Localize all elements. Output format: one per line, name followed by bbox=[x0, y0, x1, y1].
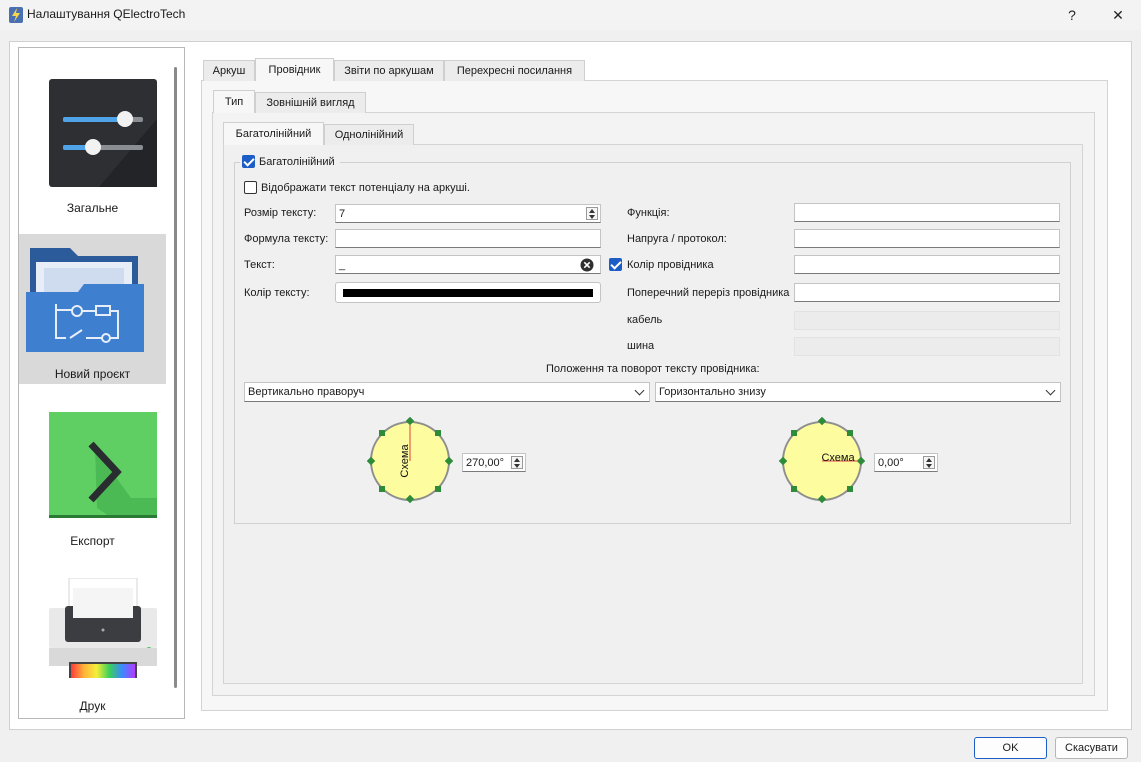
cable-label: кабель bbox=[627, 314, 663, 326]
horizontal-angle-spinbox[interactable]: 0,00° bbox=[874, 453, 938, 472]
text-color-button[interactable] bbox=[335, 282, 601, 303]
cross-section-input[interactable] bbox=[794, 283, 1060, 302]
cancel-button[interactable]: Скасувати bbox=[1055, 737, 1128, 759]
folder-schematic-icon bbox=[26, 248, 144, 352]
bus-input bbox=[794, 337, 1060, 356]
function-input[interactable] bbox=[794, 203, 1060, 222]
horizontal-position-select[interactable]: Горизонтально знизу bbox=[655, 382, 1061, 402]
formula-label: Формула тексту: bbox=[244, 233, 329, 245]
sidebar-item-label: Експорт bbox=[70, 534, 115, 548]
sidebar-item-label: Новий проєкт bbox=[54, 367, 131, 381]
vertical-angle-value: 270,00° bbox=[466, 457, 505, 469]
bus-label: шина bbox=[627, 340, 655, 352]
conductor-color-checkbox[interactable] bbox=[609, 258, 622, 271]
conductor-color-label: Колір провідника bbox=[627, 259, 714, 271]
horizontal-rotation-dial[interactable]: Схема bbox=[777, 417, 867, 507]
formula-input[interactable] bbox=[335, 229, 601, 248]
horizontal-angle-value: 0,00° bbox=[878, 457, 904, 469]
text-size-value: 7 bbox=[339, 208, 346, 220]
show-potential-checkbox[interactable] bbox=[244, 181, 257, 194]
text-size-spinbox[interactable]: 7 bbox=[335, 204, 601, 223]
sliders-icon bbox=[49, 79, 157, 187]
printer-icon bbox=[49, 578, 157, 678]
help-button[interactable]: ? bbox=[1049, 0, 1095, 30]
voltage-label: Напруга / протокол: bbox=[627, 233, 727, 245]
tab-multiline[interactable]: Багатолінійний bbox=[223, 122, 324, 145]
position-title: Положення та поворот тексту провідника: bbox=[546, 363, 760, 375]
sidebar-item-general[interactable]: Загальне bbox=[19, 69, 166, 224]
text-label: Текст: bbox=[244, 259, 275, 271]
vertical-angle-spinbox[interactable]: 270,00° bbox=[462, 453, 526, 472]
vertical-position-value: Вертикально праворуч bbox=[248, 386, 365, 398]
show-potential-label: Відображати текст потенціалу на аркуші. bbox=[261, 182, 470, 194]
function-label: Функція: bbox=[627, 207, 670, 219]
cable-input bbox=[794, 311, 1060, 330]
dial-text-horizontal: Схема bbox=[821, 452, 855, 464]
conductor-color-input[interactable] bbox=[794, 255, 1060, 274]
ok-button[interactable]: OK bbox=[974, 737, 1047, 759]
text-color-label: Колір тексту: bbox=[244, 287, 310, 299]
tab-appearance[interactable]: Зовнішній вигляд bbox=[255, 92, 366, 113]
text-size-label: Розмір тексту: bbox=[244, 207, 317, 219]
chevron-down-icon bbox=[1045, 385, 1056, 396]
vertical-rotation-dial[interactable]: Схема bbox=[366, 417, 456, 507]
text-value: _ bbox=[339, 259, 346, 271]
spin-arrows-icon[interactable] bbox=[586, 207, 598, 220]
app-icon bbox=[9, 7, 23, 23]
sidebar-item-export[interactable]: Експорт bbox=[19, 404, 166, 554]
multiline-group-title: Багатолінійний bbox=[259, 156, 335, 168]
horizontal-position-value: Горизонтально знизу bbox=[659, 386, 766, 398]
spin-arrows-icon[interactable] bbox=[923, 456, 935, 469]
sidebar-scrollbar[interactable] bbox=[174, 67, 177, 688]
tab-cross-references[interactable]: Перехресні посилання bbox=[444, 60, 585, 81]
tab-single-line[interactable]: Однолінійний bbox=[324, 124, 414, 145]
multiline-checkbox[interactable] bbox=[242, 155, 255, 168]
text-input[interactable]: _ bbox=[335, 255, 601, 274]
export-arrow-icon bbox=[49, 412, 157, 518]
clear-icon[interactable] bbox=[580, 258, 594, 272]
window-title: Налаштування QElectroTech bbox=[27, 7, 186, 21]
sidebar-item-new-project[interactable]: Новий проєкт bbox=[19, 234, 166, 384]
voltage-input[interactable] bbox=[794, 229, 1060, 248]
sidebar-item-label: Загальне bbox=[66, 201, 119, 215]
tab-conductor[interactable]: Провідник bbox=[255, 58, 334, 81]
sidebar-item-print[interactable]: Друк bbox=[19, 572, 166, 717]
tab-type[interactable]: Тип bbox=[213, 90, 255, 113]
cross-section-label: Поперечний переріз провідника bbox=[627, 287, 790, 299]
tab-sheet-reports[interactable]: Звіти по аркушам bbox=[334, 60, 444, 81]
dial-text-vertical: Схема bbox=[399, 444, 411, 478]
chevron-down-icon bbox=[634, 385, 645, 396]
text-color-swatch bbox=[343, 289, 593, 297]
vertical-position-select[interactable]: Вертикально праворуч bbox=[244, 382, 650, 402]
sidebar-item-label: Друк bbox=[79, 699, 106, 713]
spin-arrows-icon[interactable] bbox=[511, 456, 523, 469]
tab-sheet[interactable]: Аркуш bbox=[203, 60, 255, 81]
close-button[interactable]: ✕ bbox=[1095, 0, 1141, 30]
